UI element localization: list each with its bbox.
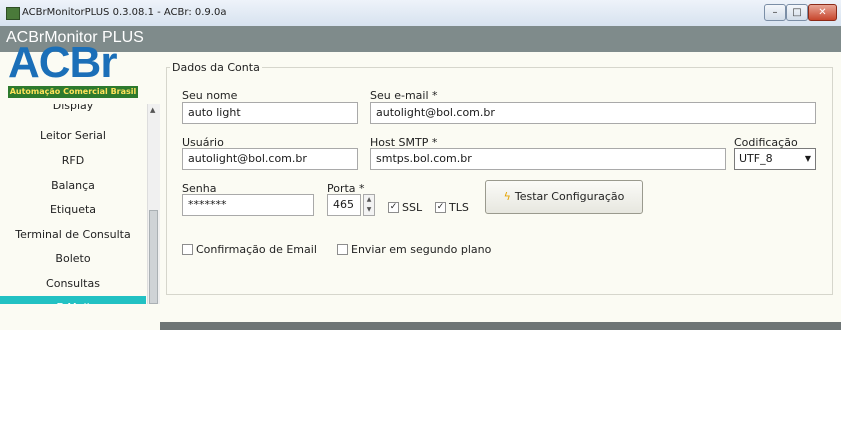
bottom-bar — [160, 322, 841, 330]
porta-input[interactable]: 465 — [327, 194, 361, 216]
confirmacao-label: Confirmação de Email — [196, 243, 317, 256]
maximize-button[interactable]: □ — [786, 4, 808, 21]
sidebar-item-boleto[interactable]: Boleto — [0, 247, 146, 271]
codificacao-value: UTF_8 — [739, 152, 773, 165]
sidebar-scrollbar[interactable]: ▲ — [147, 104, 160, 304]
sidebar-item-email[interactable]: E-Mail — [0, 296, 146, 304]
porta-stepper[interactable]: ▲ ▼ — [363, 194, 375, 216]
acbr-logo: ACBr Automação Comercial Brasil — [8, 40, 138, 98]
title-bar: ACBrMonitorPLUS 0.3.08.1 - ACBr: 0.9.0a … — [0, 0, 841, 27]
sidebar-item-consultas[interactable]: Consultas — [0, 272, 146, 296]
app-icon — [6, 7, 20, 20]
tls-label: TLS — [449, 201, 469, 214]
sidebar-item-balanca[interactable]: Balança — [0, 174, 146, 198]
group-title: Dados da Conta — [170, 61, 262, 74]
spin-up-icon[interactable]: ▲ — [364, 195, 374, 205]
senha-input[interactable]: ******* — [182, 194, 314, 216]
scrollbar-thumb[interactable] — [149, 210, 158, 304]
lightning-icon: ϟ — [503, 190, 511, 203]
minimize-button[interactable]: – — [764, 4, 786, 21]
nome-input[interactable]: auto light — [182, 102, 358, 124]
codificacao-select[interactable]: UTF_8 ▼ — [734, 148, 816, 170]
app-window: ACBrMonitorPLUS 0.3.08.1 - ACBr: 0.9.0a … — [0, 0, 841, 330]
ssl-checkbox[interactable]: ✓ — [388, 202, 399, 213]
nome-label: Seu nome — [182, 89, 238, 102]
host-input[interactable]: smtps.bol.com.br — [370, 148, 726, 170]
close-button[interactable]: ✕ — [808, 4, 837, 21]
logo-tagline: Automação Comercial Brasil — [8, 86, 138, 98]
spin-down-icon[interactable]: ▼ — [364, 205, 374, 215]
sidebar-item-etiqueta[interactable]: Etiqueta — [0, 198, 146, 222]
usuario-input[interactable]: autolight@bol.com.br — [182, 148, 358, 170]
sidebar-item-display[interactable]: Display — [0, 104, 146, 118]
confirmacao-checkbox[interactable] — [182, 244, 193, 255]
main-header — [160, 26, 841, 52]
sidebar-item-terminal-consulta[interactable]: Terminal de Consulta — [0, 223, 146, 247]
ssl-label: SSL — [402, 201, 423, 214]
chevron-down-icon[interactable]: ▼ — [805, 149, 811, 169]
tls-checkbox[interactable]: ✓ — [435, 202, 446, 213]
window-title: ACBrMonitorPLUS 0.3.08.1 - ACBr: 0.9.0a — [22, 7, 227, 18]
scroll-up-icon[interactable]: ▲ — [150, 106, 155, 114]
segundo-plano-checkbox[interactable] — [337, 244, 348, 255]
sidebar-item-leitor-serial[interactable]: Leitor Serial — [0, 124, 146, 148]
testar-label: Testar Configuração — [514, 190, 625, 203]
email-label: Seu e-mail * — [370, 89, 438, 102]
segundo-plano-label: Enviar em segundo plano — [351, 243, 492, 256]
sidebar-menu: Display Leitor Serial RFD Balança Etique… — [0, 104, 146, 304]
sidebar-item-rfd[interactable]: RFD — [0, 149, 146, 173]
testar-configuracao-button[interactable]: ϟ Testar Configuração — [485, 180, 643, 214]
email-input[interactable]: autolight@bol.com.br — [370, 102, 816, 124]
logo-text: ACBr — [8, 38, 117, 87]
